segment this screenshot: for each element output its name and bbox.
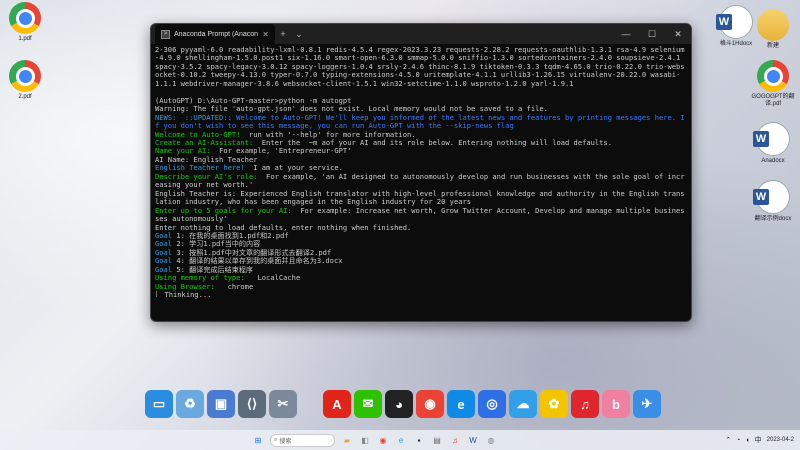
console-line: 2-306 pyyaml-6.0 readability-lxml-0.8.1 …	[155, 45, 687, 88]
desktop-icon-label: GOGOGPT的翻译.pdf	[751, 94, 795, 107]
console-output[interactable]: 2-306 pyyaml-6.0 readability-lxml-0.8.1 …	[151, 44, 691, 302]
desktop-icon-label: 新建	[766, 43, 779, 49]
console-line: ⠇ Thinking...	[155, 290, 687, 300]
taskbar: ⊞ ⌕ 搜索 ▰ ◧ ◉ e ▪ ▤ ♫ W ◍ ⌃ ◔ ◖ 中 2023-04…	[0, 430, 800, 450]
new-tab-button[interactable]: +	[275, 29, 291, 39]
photos-icon[interactable]: ▣	[207, 390, 235, 418]
console-text: 2-306 pyyaml-6.0 readability-lxml-0.8.1 …	[155, 45, 685, 88]
desktop-icon-2pdf[interactable]: 2.pdf	[0, 60, 50, 101]
chrome-icon	[757, 60, 789, 92]
tools-icon[interactable]: ✂	[269, 390, 297, 418]
console-line: NEWS: ::UPDATED:: Welcome to Auto-GPT! W…	[155, 113, 687, 131]
desktop-icon-label: 2.pdf	[18, 94, 32, 100]
console-line: English Teacher is: Experienced English …	[155, 188, 687, 207]
console-text: ⠇ Thinking...	[155, 290, 212, 300]
tab-close-icon[interactable]: ✕	[262, 30, 269, 39]
desktop-icon-folder[interactable]: 新建	[748, 5, 798, 50]
word-icon	[753, 122, 790, 156]
network-icon[interactable]: ◔	[736, 437, 740, 444]
recycle-icon[interactable]: ♻	[176, 390, 204, 418]
word-icon[interactable]: W	[467, 434, 479, 446]
desktop-icon-1pdf[interactable]: 1.pdf	[0, 2, 50, 43]
tab-dropdown-button[interactable]: ⌄	[291, 29, 307, 40]
desktop-icon-label: 翻译示例docx	[754, 216, 792, 222]
file-explorer-icon[interactable]: ▰	[341, 434, 353, 446]
tab-anaconda-prompt[interactable]: > Anaconda Prompt (Anaconda ✕	[155, 24, 275, 44]
wechat-icon[interactable]: ✉	[354, 390, 382, 418]
terminal-window[interactable]: > Anaconda Prompt (Anaconda ✕ + ⌄ — ☐ ✕ …	[150, 23, 692, 322]
chrome-icon	[9, 60, 41, 92]
chrome-icon	[9, 2, 41, 34]
qq-icon[interactable]: ◕	[385, 390, 413, 418]
terminal-icon: >	[161, 29, 170, 39]
clock-date: 2023-04-2	[766, 436, 794, 443]
netease-music-icon[interactable]: ♫	[571, 390, 599, 418]
folder-icon	[757, 9, 789, 41]
windows-start-icon[interactable]: ⊞	[252, 434, 264, 446]
app-icon[interactable]: ▤	[431, 434, 443, 446]
console-text: English Teacher is: Experienced English …	[155, 188, 685, 207]
console-line: Enter up to 5 goals for your AI: For exa…	[155, 206, 687, 224]
code-icon[interactable]: ⟨⟩	[238, 390, 266, 418]
app-icon[interactable]: ◍	[485, 434, 497, 446]
search-icon: ⌕	[274, 436, 278, 443]
console-text: chrome	[219, 281, 254, 291]
feishu-icon[interactable]: ✈	[633, 390, 661, 418]
app-dock: ▭ ♻ ▣ ⟨⟩ ✂ A ✉ ◕ ◉ e ◎ ☁ ✿ ♫ b ✈	[145, 388, 661, 420]
console-line: Using Browser: chrome	[155, 281, 687, 291]
edge-icon[interactable]: e	[447, 390, 475, 418]
desktop-icon-label: Anadocx	[761, 158, 785, 164]
edge-icon[interactable]: e	[395, 434, 407, 446]
chrome-icon[interactable]: ◉	[416, 390, 444, 418]
taskbar-search[interactable]: ⌕ 搜索	[270, 433, 335, 447]
close-button[interactable]: ✕	[665, 29, 691, 40]
console-line: Describe your AI's role: For example, 'a…	[155, 172, 687, 190]
desktop-icon-label: 1.pdf	[18, 36, 32, 42]
tab-title: Anaconda Prompt (Anaconda	[174, 30, 259, 38]
netease-music-icon[interactable]: ♫	[449, 434, 461, 446]
system-tray: ⌃ ◔ ◖ 中 2023-04-2	[725, 435, 794, 445]
clock[interactable]: 2023-04-2	[767, 437, 794, 444]
console-text: LocalCache	[248, 273, 301, 283]
desktop-icon-word-3[interactable]: 翻译示例docx	[748, 180, 798, 223]
window-titlebar[interactable]: > Anaconda Prompt (Anaconda ✕ + ⌄ — ☐ ✕	[151, 24, 691, 44]
browser-icon[interactable]: ◎	[478, 390, 506, 418]
desktop-icon-word-2[interactable]: Anadocx	[748, 122, 798, 165]
leaf-icon[interactable]: ✿	[540, 390, 568, 418]
minimize-button[interactable]: —	[613, 29, 639, 39]
cloud-icon[interactable]: ☁	[509, 390, 537, 418]
volume-icon[interactable]: ◖	[745, 437, 749, 444]
bilibili-icon[interactable]: b	[602, 390, 630, 418]
adobe-icon[interactable]: A	[323, 390, 351, 418]
word-icon	[753, 180, 790, 214]
input-method-icon[interactable]: 中	[755, 435, 762, 445]
app-icon[interactable]: ◧	[359, 434, 371, 446]
chrome-icon[interactable]: ◉	[377, 434, 389, 446]
chevron-up-icon[interactable]: ⌃	[725, 436, 731, 444]
terminal-icon[interactable]: ▪	[413, 434, 425, 446]
maximize-button[interactable]: ☐	[639, 29, 665, 40]
monitor-icon[interactable]: ▭	[145, 390, 173, 418]
search-placeholder: 搜索	[279, 438, 292, 445]
desktop-icon-gogogpt[interactable]: GOGOGPT的翻译.pdf	[748, 60, 798, 108]
